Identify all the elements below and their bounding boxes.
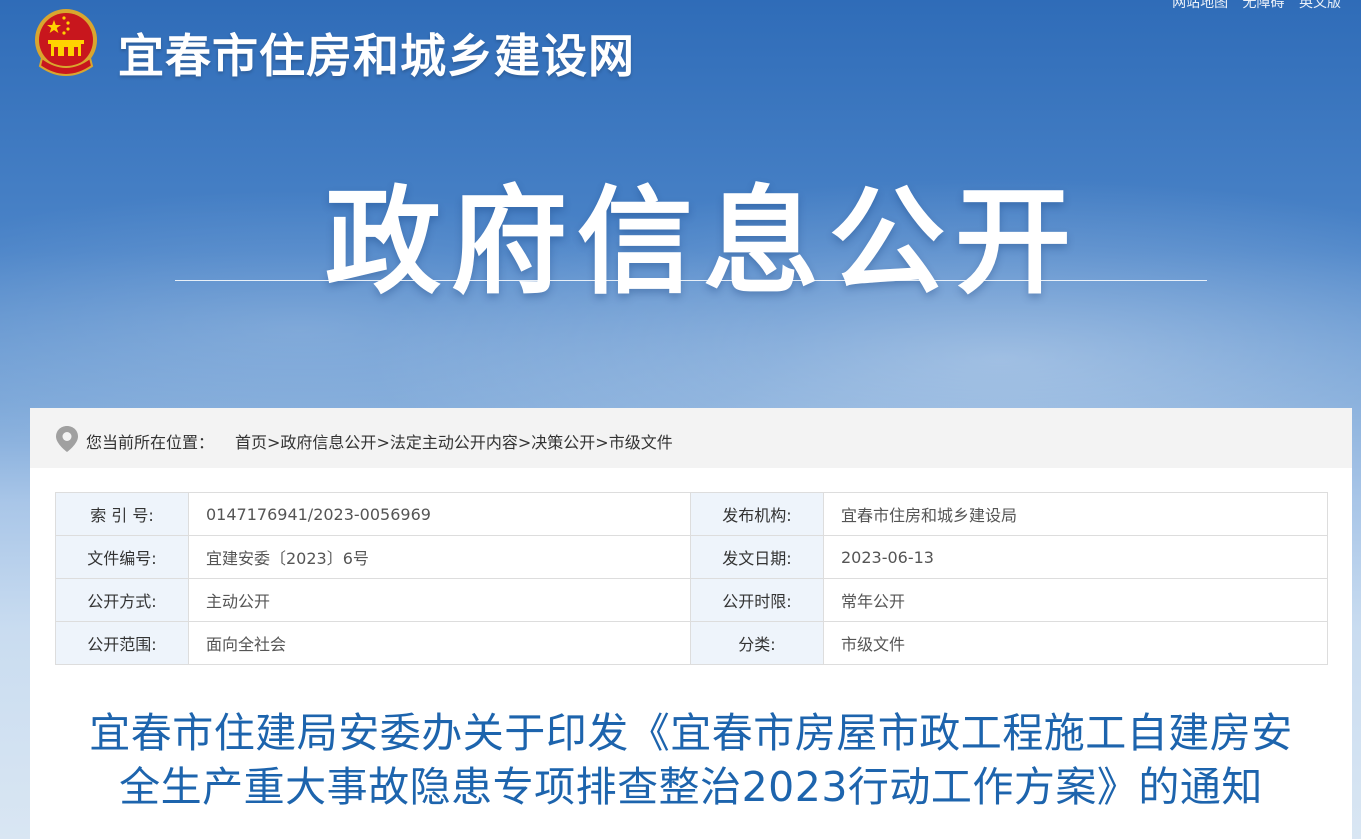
table-row: 公开方式: 主动公开 公开时限: 常年公开 (55, 578, 1328, 622)
document-title-line-1: 宜春市住建局安委办关于印发《宜春市房屋市政工程施工自建房安 (89, 709, 1293, 757)
breadcrumb-statutory[interactable]: 法定主动公开内容 (390, 433, 518, 452)
breadcrumb-label: 您当前所在位置： (86, 433, 215, 452)
breadcrumb-separator: > (376, 433, 390, 452)
meta-key-disclosure-scope: 公开范围: (55, 621, 189, 665)
breadcrumb-separator: > (595, 433, 609, 452)
top-link-sitemap[interactable]: 网站地图 (1172, 0, 1228, 11)
top-link-english[interactable]: 英文版 (1299, 0, 1341, 11)
meta-key-category: 分类: (690, 621, 824, 665)
table-row: 公开范围: 面向全社会 分类: 市级文件 (55, 621, 1328, 665)
meta-value-doc-number: 宜建安委〔2023〕6号 (188, 535, 691, 579)
document-title-line-2: 全生产重大事故隐患专项排查整治2023行动工作方案》的通知 (119, 763, 1263, 811)
breadcrumb-separator: > (267, 433, 281, 452)
meta-key-issue-date: 发文日期: (690, 535, 824, 579)
national-emblem-icon (35, 9, 97, 76)
meta-value-index: 0147176941/2023-0056969 (188, 492, 691, 536)
banner-title: 政府信息公开 (325, 175, 1081, 310)
top-links: 网站地图 无障碍 英文版 (1162, 0, 1341, 12)
meta-key-index: 索 引 号: (55, 492, 189, 536)
breadcrumb-separator: > (517, 433, 532, 452)
breadcrumb-gov-info[interactable]: 政府信息公开 (280, 433, 376, 452)
meta-key-publisher: 发布机构: (690, 492, 824, 536)
breadcrumb-home[interactable]: 首页 (235, 433, 267, 452)
table-row: 索 引 号: 0147176941/2023-0056969 发布机构: 宜春市… (55, 492, 1328, 536)
meta-key-disclosure-period: 公开时限: (690, 578, 824, 622)
meta-value-disclosure-period: 常年公开 (823, 578, 1328, 622)
meta-value-issue-date: 2023-06-13 (823, 535, 1328, 579)
breadcrumb-city-docs[interactable]: 市级文件 (609, 433, 673, 452)
meta-key-doc-number: 文件编号: (55, 535, 189, 579)
meta-value-disclosure-method: 主动公开 (188, 578, 691, 622)
top-link-accessibility[interactable]: 无障碍 (1243, 0, 1285, 11)
site-title[interactable]: 宜春市住房和城乡建设网 (118, 20, 635, 86)
document-title: 宜春市住建局安委办关于印发《宜春市房屋市政工程施工自建房安 全生产重大事故隐患专… (30, 706, 1352, 814)
meta-value-publisher: 宜春市住房和城乡建设局 (823, 492, 1328, 536)
table-row: 文件编号: 宜建安委〔2023〕6号 发文日期: 2023-06-13 (55, 535, 1328, 579)
location-pin-icon (56, 426, 78, 452)
breadcrumb-path: 首页>政府信息公开>法定主动公开内容>决策公开>市级文件 (235, 429, 673, 453)
breadcrumb: 您当前所在位置： 首页>政府信息公开>法定主动公开内容>决策公开>市级文件 (30, 408, 1352, 468)
meta-key-disclosure-method: 公开方式: (55, 578, 189, 622)
document-meta-table: 索 引 号: 0147176941/2023-0056969 发布机构: 宜春市… (55, 492, 1328, 665)
breadcrumb-decision[interactable]: 决策公开 (531, 433, 595, 452)
meta-value-disclosure-scope: 面向全社会 (188, 621, 691, 665)
meta-value-category: 市级文件 (823, 621, 1328, 665)
banner-divider (175, 280, 1207, 281)
content-panel: 您当前所在位置： 首页>政府信息公开>法定主动公开内容>决策公开>市级文件 索 … (30, 408, 1352, 839)
